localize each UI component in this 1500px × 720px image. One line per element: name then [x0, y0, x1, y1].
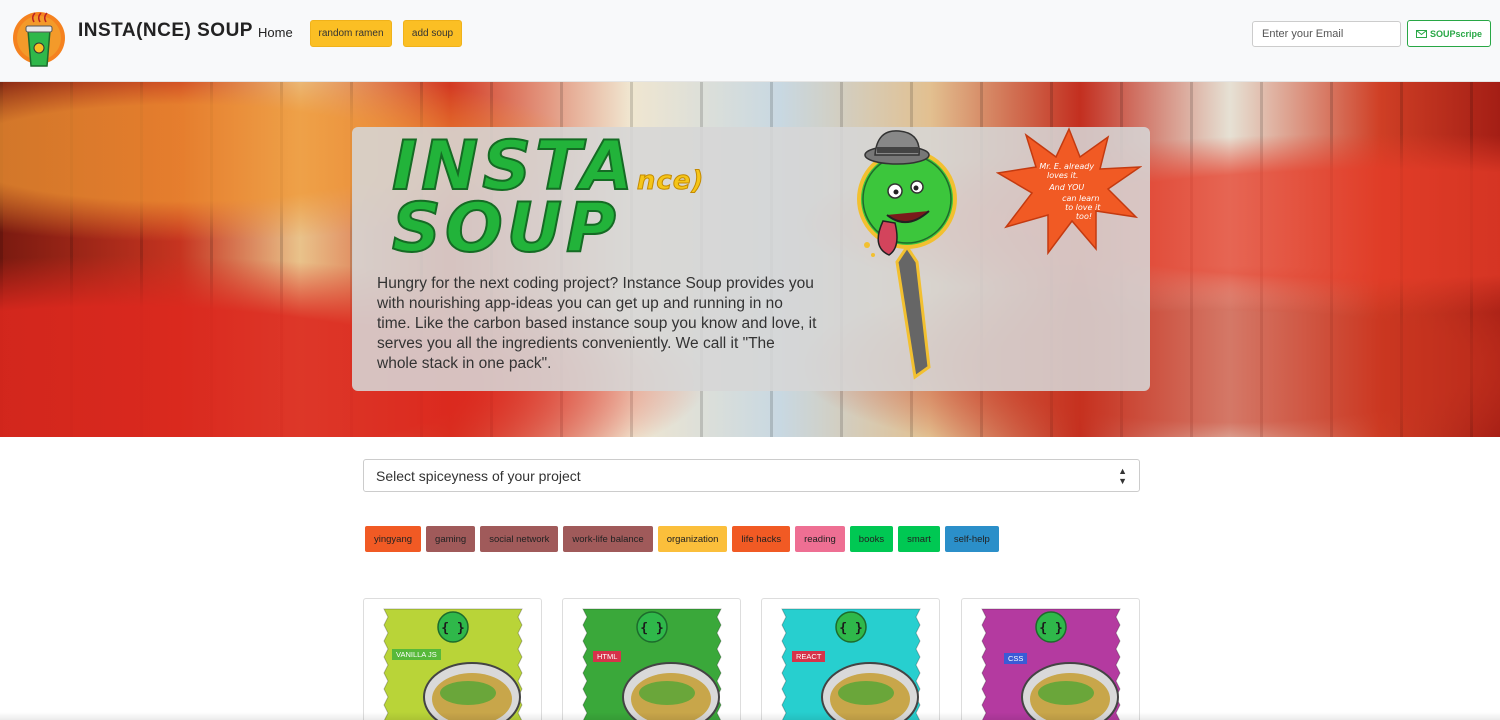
curly-braces-icon: { } [1039, 621, 1062, 636]
soup-card[interactable]: { } HTML [562, 598, 741, 720]
soup-card[interactable]: { } REACT [761, 598, 940, 720]
spiceyness-select-value: Select spiceyness of your project [376, 467, 581, 484]
ramen-pack-image: { } [781, 608, 921, 720]
ramen-pack-image: { } [582, 608, 722, 720]
tag-button[interactable]: smart [898, 526, 940, 552]
soup-card[interactable]: { } CSS [961, 598, 1140, 720]
starburst-line: And YOU [1048, 183, 1084, 192]
tag-button[interactable]: life hacks [732, 526, 791, 552]
hero-title-suffix: nce) [636, 166, 705, 197]
curly-braces-icon: { } [640, 621, 663, 636]
envelope-icon [1415, 29, 1427, 38]
hero-description: Hungry for the next coding project? Inst… [377, 275, 817, 372]
starburst-line: too! [1076, 212, 1092, 221]
tag-button[interactable]: reading [795, 526, 845, 552]
curly-braces-icon: { } [441, 621, 464, 636]
tag-list: yingyang gaming social network work-life ba… [365, 526, 999, 552]
subscribe-label: SOUPscripe [1429, 28, 1483, 39]
curly-braces-icon: { } [839, 621, 862, 636]
mascot-illustration [857, 130, 957, 380]
starburst-line: to love it [1065, 203, 1101, 212]
navbar: INSTA(NCE) SOUP Home random ramen add so… [0, 0, 1500, 82]
tag-button[interactable]: work-life balance [563, 526, 653, 552]
subscribe-button[interactable]: SOUPscripe [1407, 20, 1491, 47]
tag-button[interactable]: gaming [426, 526, 476, 552]
brand-title[interactable]: INSTA(NCE) SOUP [78, 20, 253, 42]
pack-label: HTML [593, 651, 622, 662]
pack-label: REACT [792, 651, 826, 662]
starburst-line: loves it. [1047, 171, 1078, 180]
pack-label: CSS [1004, 653, 1028, 664]
pack-label: VANILLA JS [392, 649, 441, 660]
spiceyness-select[interactable]: Select spiceyness of your project ▲ ▼ [363, 459, 1140, 492]
starburst-callout: Mr. E. already loves it. And YOU can lea… [996, 127, 1142, 255]
add-soup-button[interactable]: add soup [403, 20, 462, 47]
soup-card[interactable]: { } VANILLA JS [363, 598, 542, 720]
hero-card: INSTAnce) SOUP Hungry for the next codin… [352, 127, 1150, 391]
tag-button[interactable]: yingyang [365, 526, 422, 552]
tag-button[interactable]: organization [657, 526, 728, 552]
updown-arrows-icon: ▲ ▼ [1118, 465, 1127, 486]
hero-banner: INSTAnce) SOUP Hungry for the next codin… [0, 82, 1500, 437]
ramen-pack-image: { } [383, 608, 523, 720]
tag-button[interactable]: social network [480, 526, 559, 552]
random-ramen-button[interactable]: random ramen [310, 20, 392, 47]
ramen-cup-logo-icon[interactable] [11, 8, 67, 74]
tag-button[interactable]: self-help [944, 526, 999, 552]
hero-title-soup: SOUP [391, 189, 620, 268]
email-input[interactable] [1252, 21, 1401, 47]
nav-home-link[interactable]: Home [258, 25, 293, 40]
hero-title: INSTAnce) SOUP [391, 132, 705, 264]
starburst-line: can learn [1062, 194, 1099, 203]
bottom-shadow [0, 712, 1500, 720]
ramen-pack-image: { } [981, 608, 1121, 720]
tag-button[interactable]: books [849, 526, 894, 552]
starburst-line: Mr. E. already [1039, 162, 1094, 171]
